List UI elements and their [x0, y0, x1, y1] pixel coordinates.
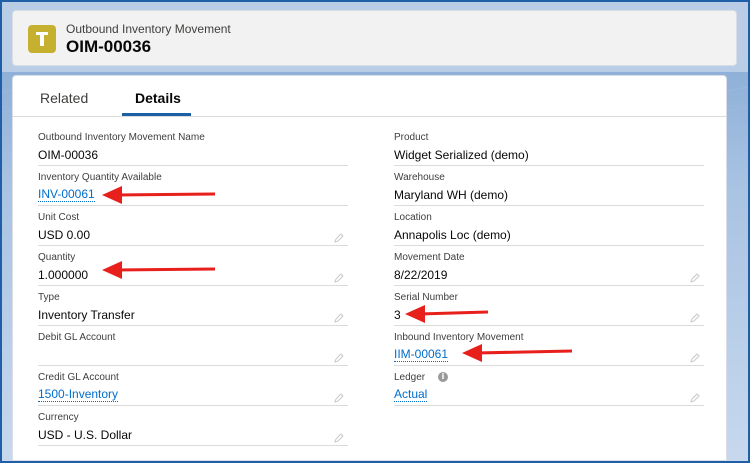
pencil-icon[interactable]: [334, 270, 344, 283]
field-label: Product: [394, 132, 429, 143]
field-value: 8/22/2019: [394, 268, 448, 282]
field-label: Currency: [38, 412, 79, 423]
tab-related[interactable]: Related: [40, 90, 88, 106]
pencil-icon[interactable]: [334, 310, 344, 323]
field-value-link[interactable]: IIM-00061: [394, 348, 449, 362]
field-debit-gl-account: Debit GL Account: [38, 329, 348, 366]
pencil-icon[interactable]: [690, 390, 700, 403]
record-name: OIM-00036: [66, 37, 152, 56]
field-value: Maryland WH (demo): [394, 188, 509, 202]
field-type: Type Inventory Transfer: [38, 289, 348, 326]
field-label: Outbound Inventory Movement Name: [38, 132, 205, 143]
field-currency: Currency USD - U.S. Dollar: [38, 409, 348, 446]
field-value-link[interactable]: 1500-Inventory: [38, 388, 119, 402]
field-label: Inbound Inventory Movement: [394, 332, 524, 343]
field-value: OIM-00036: [38, 148, 99, 162]
field-value: Widget Serialized (demo): [394, 148, 529, 162]
field-label: Inventory Quantity Available: [38, 172, 162, 183]
screenshot-frame: Outbound Inventory Movement OIM-00036 Re…: [2, 2, 748, 461]
field-value: USD - U.S. Dollar: [38, 428, 133, 442]
field-movement-date: Movement Date 8/22/2019: [394, 249, 704, 286]
pencil-icon[interactable]: [334, 390, 344, 403]
field-value-link[interactable]: Actual: [394, 388, 428, 402]
field-value: Annapolis Loc (demo): [394, 228, 511, 242]
pencil-icon[interactable]: [690, 350, 700, 363]
field-label: Location: [394, 212, 432, 223]
record-header: Outbound Inventory Movement OIM-00036: [12, 10, 737, 66]
field-label: Serial Number: [394, 292, 458, 303]
field-label: Unit Cost: [38, 212, 80, 223]
field-label: Type: [38, 292, 60, 303]
field-label: Quantity: [38, 252, 76, 263]
field-value: Inventory Transfer: [38, 308, 135, 322]
field-label: Debit GL Account: [38, 332, 116, 343]
annotation-arrow-inbound: [462, 344, 573, 362]
object-type-label: Outbound Inventory Movement: [66, 22, 231, 36]
annotation-arrow-inventory: [102, 186, 216, 204]
annotation-arrow-serial: [405, 305, 489, 323]
tab-details[interactable]: Details: [135, 90, 181, 106]
field-label: Credit GL Account: [38, 372, 119, 383]
field-value-link[interactable]: INV-00061: [38, 188, 95, 202]
pencil-icon[interactable]: [334, 230, 344, 243]
pencil-icon[interactable]: [690, 310, 700, 323]
field-label: Warehouse: [394, 172, 445, 183]
field-warehouse: Warehouse Maryland WH (demo): [394, 169, 704, 206]
field-value: 1.000000: [38, 268, 89, 282]
field-value: USD 0.00: [38, 228, 91, 242]
field-value: 3: [394, 308, 401, 322]
field-label: Movement Date: [394, 252, 465, 263]
field-location: Location Annapolis Loc (demo): [394, 209, 704, 246]
field-outbound-inventory-movement-name: Outbound Inventory Movement Name OIM-0003…: [38, 129, 348, 166]
annotation-arrow-quantity: [102, 261, 216, 279]
field-product: Product Widget Serialized (demo): [394, 129, 704, 166]
field-credit-gl-account: Credit GL Account 1500-Inventory: [38, 369, 348, 406]
info-icon[interactable]: i: [438, 372, 448, 382]
field-label: Ledger: [394, 372, 426, 383]
pencil-icon[interactable]: [334, 350, 344, 363]
pencil-icon[interactable]: [334, 430, 344, 443]
pencil-icon[interactable]: [690, 270, 700, 283]
tab-bar: Related Details: [13, 76, 726, 117]
field-ledger: Ledger i Actual: [394, 369, 704, 406]
active-tab-indicator: [122, 113, 191, 116]
inventory-t-icon: [28, 25, 56, 53]
field-unit-cost: Unit Cost USD 0.00: [38, 209, 348, 246]
